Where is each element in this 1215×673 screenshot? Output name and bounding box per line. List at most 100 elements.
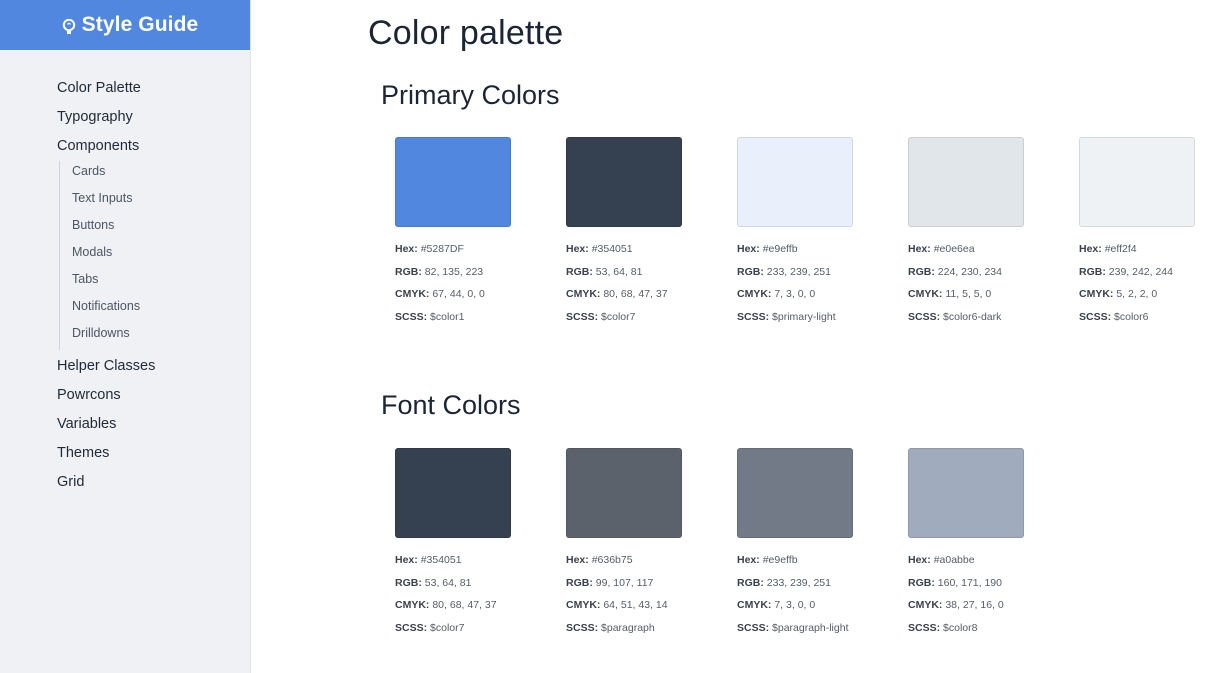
swatch-hex-line: Hex: #e9effb: [737, 550, 908, 573]
section-title-primary-colors: Primary Colors: [381, 80, 560, 110]
swatch-scss-value: $color6-dark: [943, 310, 1002, 323]
swatch-cmyk-label: CMYK:: [1079, 288, 1114, 300]
swatch-hex-label: Hex:: [566, 554, 589, 566]
sidebar-subitem-tabs[interactable]: Tabs: [72, 269, 250, 296]
swatch-scss-line: SCSS: $paragraph-light: [737, 618, 908, 641]
swatch-rgb-value: 99, 107, 117: [595, 576, 654, 589]
swatch-rgb-label: RGB:: [395, 576, 422, 589]
color-swatch-card: Hex: #e0e6ea RGB: 224, 230, 234 CMYK: 11, …: [908, 137, 1079, 329]
swatch-hex-label: Hex:: [1079, 243, 1102, 255]
swatch-scss-line: SCSS: $primary-light: [737, 307, 908, 330]
swatch-scss-line: SCSS: $color6-dark: [908, 307, 1079, 330]
sidebar-item-grid[interactable]: Grid: [57, 472, 250, 501]
lightbulb-icon: [62, 17, 76, 34]
brand-title: Style Guide: [81, 13, 199, 36]
swatch-rgb-label: RGB:: [566, 576, 593, 589]
swatch-hex-value: #354051: [591, 243, 633, 255]
swatch-scss-value: $color8: [943, 621, 978, 634]
font-colors-row: Hex: #354051 RGB: 53, 64, 81 CMYK: 80, 68,…: [395, 448, 1079, 640]
sidebar-item-helper-classes[interactable]: Helper Classes: [57, 356, 250, 385]
swatch-cmyk-label: CMYK:: [395, 288, 430, 300]
color-swatch-card: Hex: #354051 RGB: 53, 64, 81 CMYK: 80, 68,…: [566, 137, 737, 329]
swatch-meta: Hex: #e0e6ea RGB: 224, 230, 234 CMYK: 11, …: [908, 239, 1079, 329]
swatch-scss-label: SCSS:: [566, 621, 599, 634]
swatch-scss-line: SCSS: $paragraph: [566, 618, 737, 641]
color-swatch[interactable]: [395, 448, 511, 538]
swatch-scss-line: SCSS: $color7: [395, 618, 566, 641]
sidebar-subitem-modals[interactable]: Modals: [72, 242, 250, 269]
swatch-hex-line: Hex: #e9effb: [737, 239, 908, 262]
swatch-hex-line: Hex: #354051: [395, 550, 566, 573]
swatch-scss-value: $color7: [430, 621, 465, 634]
sidebar-subitem-notifications[interactable]: Notifications: [72, 296, 250, 323]
sidebar-subitem-buttons[interactable]: Buttons: [72, 215, 250, 242]
color-swatch[interactable]: [737, 448, 853, 538]
swatch-cmyk-value: 11, 5, 5, 0: [945, 288, 992, 300]
swatch-meta: Hex: #354051 RGB: 53, 64, 81 CMYK: 80, 68,…: [566, 239, 737, 329]
swatch-cmyk-value: 38, 27, 16, 0: [945, 599, 1004, 611]
swatch-hex-line: Hex: #e0e6ea: [908, 239, 1079, 262]
swatch-meta: Hex: #a0abbe RGB: 160, 171, 190 CMYK: 38, …: [908, 550, 1079, 640]
color-swatch[interactable]: [566, 137, 682, 227]
swatch-cmyk-line: CMYK: 11, 5, 5, 0: [908, 284, 1079, 307]
swatch-cmyk-value: 7, 3, 0, 0: [774, 288, 816, 300]
swatch-rgb-line: RGB: 233, 239, 251: [737, 262, 908, 285]
sidebar-subnav-components: Cards Text Inputs Buttons Modals Tabs No…: [57, 161, 250, 350]
swatch-cmyk-line: CMYK: 80, 68, 47, 37: [566, 284, 737, 307]
swatch-cmyk-value: 80, 68, 47, 37: [432, 599, 497, 611]
sidebar-subitem-text-inputs[interactable]: Text Inputs: [72, 188, 250, 215]
swatch-rgb-value: 233, 239, 251: [766, 265, 831, 278]
swatch-cmyk-label: CMYK:: [566, 599, 601, 611]
swatch-scss-line: SCSS: $color1: [395, 307, 566, 330]
swatch-hex-label: Hex:: [395, 243, 418, 255]
sidebar-item-variables[interactable]: Variables: [57, 414, 250, 443]
color-swatch-card: Hex: #354051 RGB: 53, 64, 81 CMYK: 80, 68,…: [395, 448, 566, 640]
swatch-rgb-value: 160, 171, 190: [937, 576, 1002, 589]
swatch-rgb-line: RGB: 233, 239, 251: [737, 573, 908, 596]
swatch-rgb-value: 53, 64, 81: [595, 265, 643, 278]
swatch-cmyk-value: 80, 68, 47, 37: [603, 288, 668, 300]
color-swatch[interactable]: [566, 448, 682, 538]
swatch-cmyk-value: 5, 2, 2, 0: [1116, 288, 1158, 300]
sidebar: Style Guide Color Palette Typography Com…: [0, 0, 251, 673]
swatch-rgb-label: RGB:: [908, 576, 935, 589]
sidebar-item-typography[interactable]: Typography: [57, 107, 250, 136]
swatch-cmyk-label: CMYK:: [908, 599, 943, 611]
swatch-rgb-label: RGB:: [395, 265, 422, 278]
color-swatch-card: Hex: #e9effb RGB: 233, 239, 251 CMYK: 7, 3…: [737, 137, 908, 329]
swatch-cmyk-line: CMYK: 7, 3, 0, 0: [737, 595, 908, 618]
swatch-rgb-line: RGB: 160, 171, 190: [908, 573, 1079, 596]
color-swatch[interactable]: [737, 137, 853, 227]
swatch-meta: Hex: #354051 RGB: 53, 64, 81 CMYK: 80, 68,…: [395, 550, 566, 640]
swatch-rgb-value: 239, 242, 244: [1108, 265, 1173, 278]
color-swatch[interactable]: [1079, 137, 1195, 227]
swatch-scss-value: $primary-light: [772, 310, 836, 323]
swatch-scss-value: $color7: [601, 310, 636, 323]
swatch-meta: Hex: #5287DF RGB: 82, 135, 223 CMYK: 67, 4…: [395, 239, 566, 329]
swatch-hex-line: Hex: #636b75: [566, 550, 737, 573]
swatch-cmyk-label: CMYK:: [395, 599, 430, 611]
color-swatch[interactable]: [908, 448, 1024, 538]
swatch-scss-label: SCSS:: [908, 310, 941, 323]
swatch-rgb-line: RGB: 53, 64, 81: [566, 262, 737, 285]
color-swatch[interactable]: [395, 137, 511, 227]
primary-colors-row: Hex: #5287DF RGB: 82, 135, 223 CMYK: 67, 4…: [395, 137, 1215, 329]
swatch-scss-value: $color1: [430, 310, 465, 323]
swatch-hex-value: #e9effb: [762, 554, 798, 566]
swatch-scss-label: SCSS:: [566, 310, 599, 323]
sidebar-item-color-palette[interactable]: Color Palette: [57, 78, 250, 107]
swatch-meta: Hex: #eff2f4 RGB: 239, 242, 244 CMYK: 5, 2…: [1079, 239, 1215, 329]
brand-header[interactable]: Style Guide: [0, 0, 250, 50]
color-swatch[interactable]: [908, 137, 1024, 227]
swatch-rgb-value: 82, 135, 223: [424, 265, 484, 278]
sidebar-subitem-cards[interactable]: Cards: [72, 161, 250, 188]
swatch-hex-value: #eff2f4: [1104, 243, 1137, 255]
sidebar-item-powrcons[interactable]: Powrcons: [57, 385, 250, 414]
swatch-scss-label: SCSS:: [395, 310, 428, 323]
sidebar-subitem-drilldowns[interactable]: Drilldowns: [72, 323, 250, 350]
swatch-scss-label: SCSS:: [1079, 310, 1112, 323]
swatch-hex-line: Hex: #a0abbe: [908, 550, 1079, 573]
section-title-font-colors: Font Colors: [381, 390, 521, 420]
swatch-hex-line: Hex: #354051: [566, 239, 737, 262]
sidebar-item-themes[interactable]: Themes: [57, 443, 250, 472]
